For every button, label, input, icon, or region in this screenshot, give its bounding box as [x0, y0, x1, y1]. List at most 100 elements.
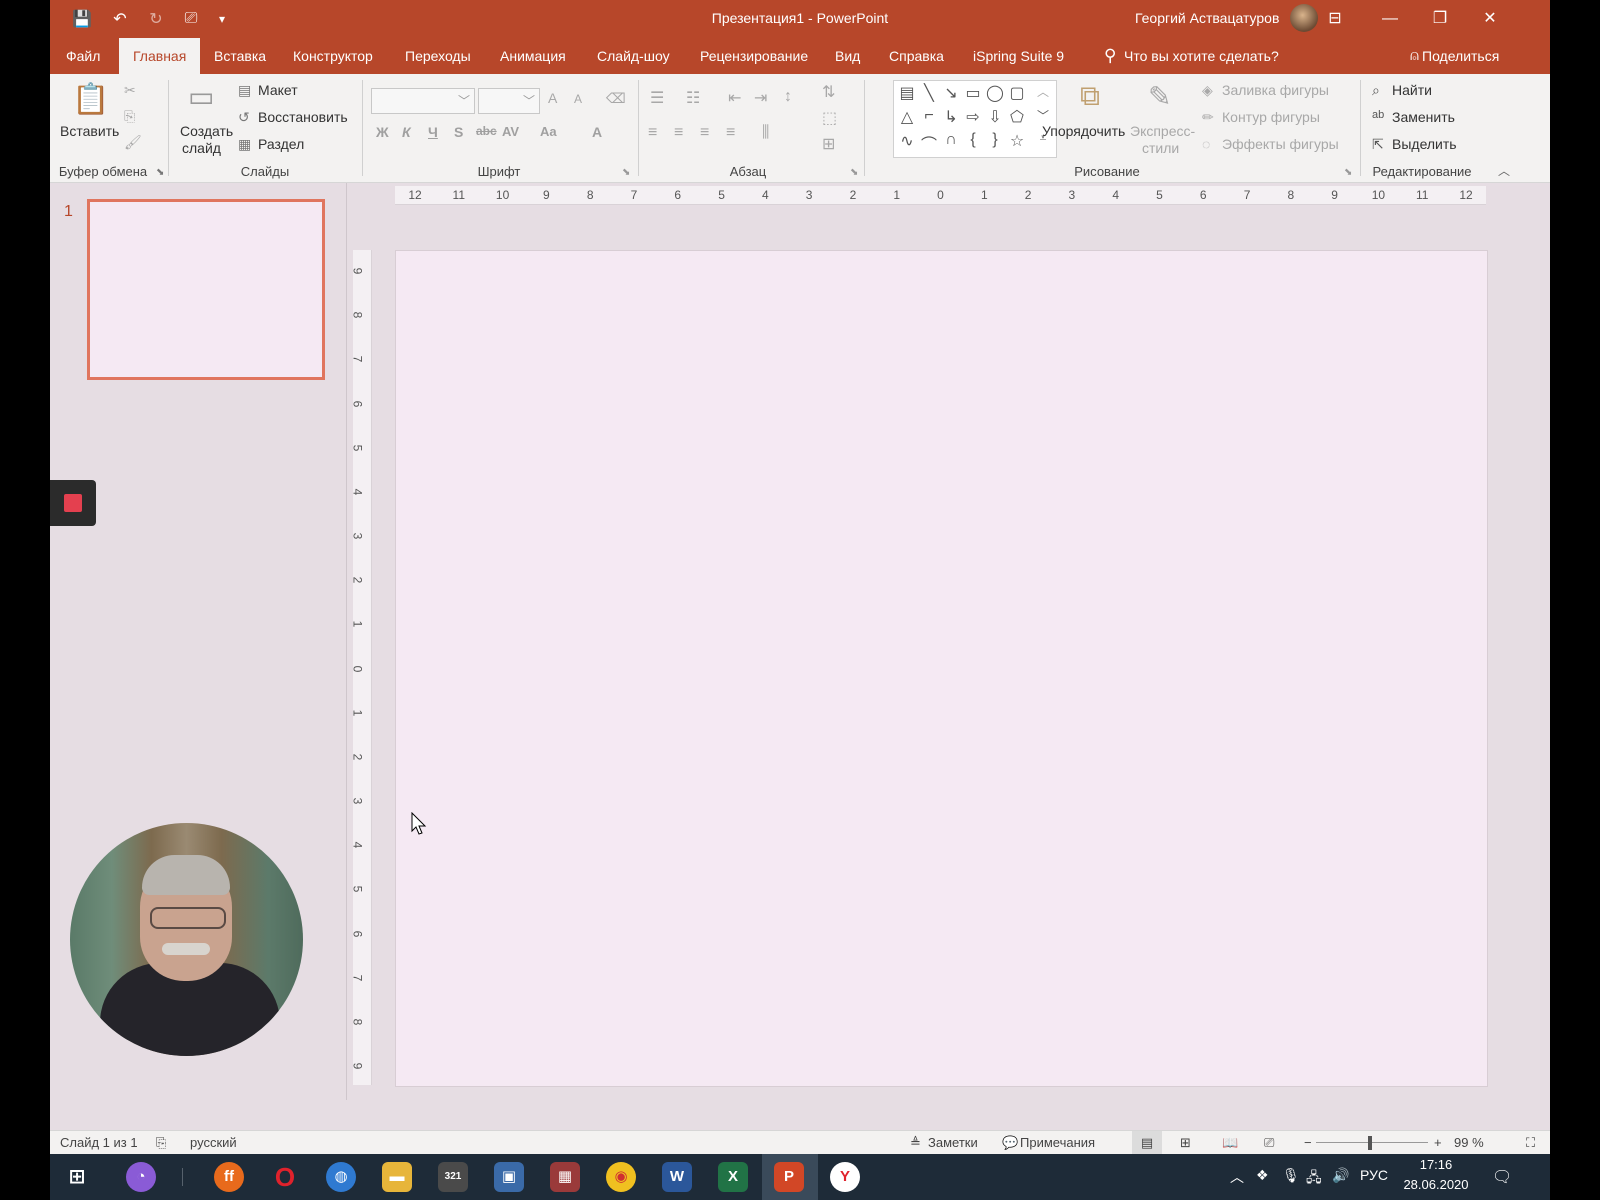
- shape-fill-button[interactable]: Заливка фигуры: [1222, 82, 1329, 98]
- paste-button[interactable]: Вставить: [60, 123, 119, 139]
- recording-stop-button[interactable]: [50, 480, 96, 526]
- tab-file[interactable]: Файл: [52, 38, 114, 74]
- powerpoint-icon[interactable]: P: [774, 1162, 804, 1192]
- notes-button[interactable]: Заметки: [928, 1135, 978, 1150]
- pentagon-shape-icon[interactable]: ⬠: [1006, 107, 1028, 127]
- screen-recorder-icon[interactable]: ▣: [494, 1162, 524, 1192]
- rectangle-shape-icon[interactable]: ▭: [962, 83, 984, 103]
- winrar-icon[interactable]: ▦: [550, 1162, 580, 1192]
- tab-design[interactable]: Конструктор: [279, 38, 387, 74]
- collapse-ribbon-icon[interactable]: ︿: [1498, 162, 1510, 179]
- minimize-button[interactable]: —: [1370, 6, 1410, 32]
- accessibility-icon[interactable]: ⎘: [156, 1135, 166, 1151]
- new-slide-button[interactable]: Создать: [180, 123, 233, 139]
- fit-slide-icon[interactable]: ⛶: [1526, 1135, 1535, 1151]
- quick-styles-button[interactable]: Экспресс-: [1130, 123, 1195, 139]
- undo-icon[interactable]: ↶: [106, 8, 134, 30]
- redo-icon[interactable]: ↻: [144, 8, 168, 30]
- curve-shape-icon[interactable]: ∩: [940, 131, 962, 149]
- clipboard-launcher-icon[interactable]: ⬊: [156, 167, 164, 178]
- language-status[interactable]: русский: [190, 1135, 237, 1150]
- close-button[interactable]: ✕: [1470, 6, 1510, 32]
- arrow-line-shape-icon[interactable]: ↘: [940, 83, 962, 103]
- quick-styles-button-line2[interactable]: стили: [1142, 140, 1179, 156]
- tray-expand-icon[interactable]: ︿: [1230, 1167, 1244, 1187]
- tab-animations[interactable]: Анимация: [486, 38, 580, 74]
- customize-qat-icon[interactable]: ▾: [212, 8, 232, 30]
- shape-outline-button[interactable]: Контур фигуры: [1222, 109, 1320, 125]
- increase-indent-icon[interactable]: ⇥: [754, 88, 767, 108]
- text-direction-icon[interactable]: ⇅: [822, 82, 835, 102]
- arc-shape-icon[interactable]: ⌒: [918, 131, 940, 155]
- calendar-app-icon[interactable]: 321: [438, 1162, 468, 1192]
- start-windows-icon[interactable]: ⊞: [62, 1162, 92, 1192]
- vertical-ruler[interactable]: 9 8 7 6 5 4 3 2 1 0 1 2 3 4 5 6 7 8 9: [350, 250, 372, 1085]
- excel-icon[interactable]: X: [718, 1162, 748, 1192]
- horizontal-ruler[interactable]: 12 11 10 9 8 7 6 5 4 3 2 1 0 1 2 3 4 5 6 7 8 9 10 11 12: [395, 186, 1486, 205]
- italic-button[interactable]: К: [402, 124, 411, 140]
- freeform-shape-icon[interactable]: ∿: [896, 131, 918, 151]
- clock-time[interactable]: 17:16: [1406, 1157, 1466, 1172]
- zoom-out-button[interactable]: −: [1304, 1135, 1312, 1150]
- word-icon[interactable]: W: [662, 1162, 692, 1192]
- change-case-button[interactable]: Aa: [540, 124, 557, 139]
- grow-font-icon[interactable]: A: [548, 90, 557, 106]
- paste-icon[interactable]: 📋: [72, 82, 109, 117]
- opera-icon[interactable]: O: [270, 1162, 300, 1192]
- restore-button[interactable]: ❐: [1420, 6, 1460, 32]
- normal-view-icon[interactable]: ▤: [1132, 1131, 1162, 1154]
- textbox-shape-icon[interactable]: ▤: [896, 83, 918, 103]
- input-language[interactable]: РУС: [1360, 1167, 1388, 1183]
- font-size-combo[interactable]: ﹀: [478, 88, 540, 114]
- zoom-slider[interactable]: [1316, 1142, 1428, 1143]
- line-spacing-icon[interactable]: ↕: [784, 88, 792, 106]
- paragraph-launcher-icon[interactable]: ⬊: [850, 167, 858, 178]
- clear-formatting-icon[interactable]: ⌫: [606, 90, 626, 107]
- smartart-icon[interactable]: ⊞: [822, 134, 835, 154]
- triangle-shape-icon[interactable]: △: [896, 107, 918, 127]
- reading-view-icon[interactable]: 📖: [1222, 1135, 1238, 1151]
- file-explorer-icon[interactable]: ▬: [382, 1162, 412, 1192]
- bullets-icon[interactable]: ☰: [650, 88, 664, 108]
- slide-canvas[interactable]: [395, 250, 1488, 1087]
- volume-icon[interactable]: 🔊: [1332, 1167, 1349, 1184]
- network-icon[interactable]: 🖧: [1306, 1167, 1322, 1191]
- tab-home[interactable]: Главная: [119, 38, 201, 74]
- font-family-combo[interactable]: ﹀: [371, 88, 475, 114]
- font-launcher-icon[interactable]: ⬊: [622, 167, 630, 178]
- quick-styles-icon[interactable]: ✎: [1148, 80, 1171, 113]
- zoom-slider-thumb[interactable]: [1368, 1136, 1372, 1150]
- tab-ispring[interactable]: iSpring Suite 9: [959, 38, 1078, 74]
- reset-button[interactable]: Восстановить: [258, 109, 348, 125]
- tab-slideshow[interactable]: Слайд-шоу: [583, 38, 684, 74]
- slide-thumbnail[interactable]: [87, 199, 325, 380]
- numbering-icon[interactable]: ☷: [686, 88, 700, 108]
- select-button[interactable]: Выделить: [1392, 136, 1457, 152]
- save-icon[interactable]: 💾: [70, 8, 94, 30]
- browser-globe-icon[interactable]: ◍: [326, 1162, 356, 1192]
- new-slide-icon[interactable]: ▭: [188, 80, 214, 113]
- align-right-icon[interactable]: ≡: [700, 124, 709, 142]
- tell-me-search[interactable]: Что вы хотите сделать?: [1110, 38, 1293, 74]
- layout-button[interactable]: Макет: [258, 82, 298, 98]
- columns-icon[interactable]: ⫼: [762, 124, 769, 142]
- right-brace-shape-icon[interactable]: }: [984, 131, 1006, 149]
- elbow-connector-shape-icon[interactable]: ⌐: [918, 107, 940, 125]
- replace-button[interactable]: Заменить: [1392, 109, 1455, 125]
- alice-assistant-icon[interactable]: ◔: [126, 1162, 156, 1192]
- align-left-icon[interactable]: ≡: [648, 124, 657, 142]
- microphone-icon[interactable]: 🎙: [1282, 1167, 1300, 1184]
- start-slideshow-icon[interactable]: ⎚: [178, 8, 204, 30]
- char-spacing-button[interactable]: AV: [502, 124, 519, 139]
- tab-help[interactable]: Справка: [875, 38, 958, 74]
- find-button[interactable]: Найти: [1392, 82, 1432, 98]
- user-name[interactable]: Георгий Аствацатуров: [1135, 10, 1279, 26]
- tab-transitions[interactable]: Переходы: [391, 38, 485, 74]
- decrease-indent-icon[interactable]: ⇤: [728, 88, 741, 108]
- zoom-in-button[interactable]: +: [1434, 1135, 1442, 1150]
- shadow-button[interactable]: S: [454, 124, 463, 140]
- gallery-up-icon[interactable]: ︿: [1032, 83, 1054, 100]
- bold-button[interactable]: Ж: [376, 124, 389, 140]
- oval-shape-icon[interactable]: ◯: [984, 83, 1006, 103]
- strikethrough-button[interactable]: abc: [476, 124, 497, 138]
